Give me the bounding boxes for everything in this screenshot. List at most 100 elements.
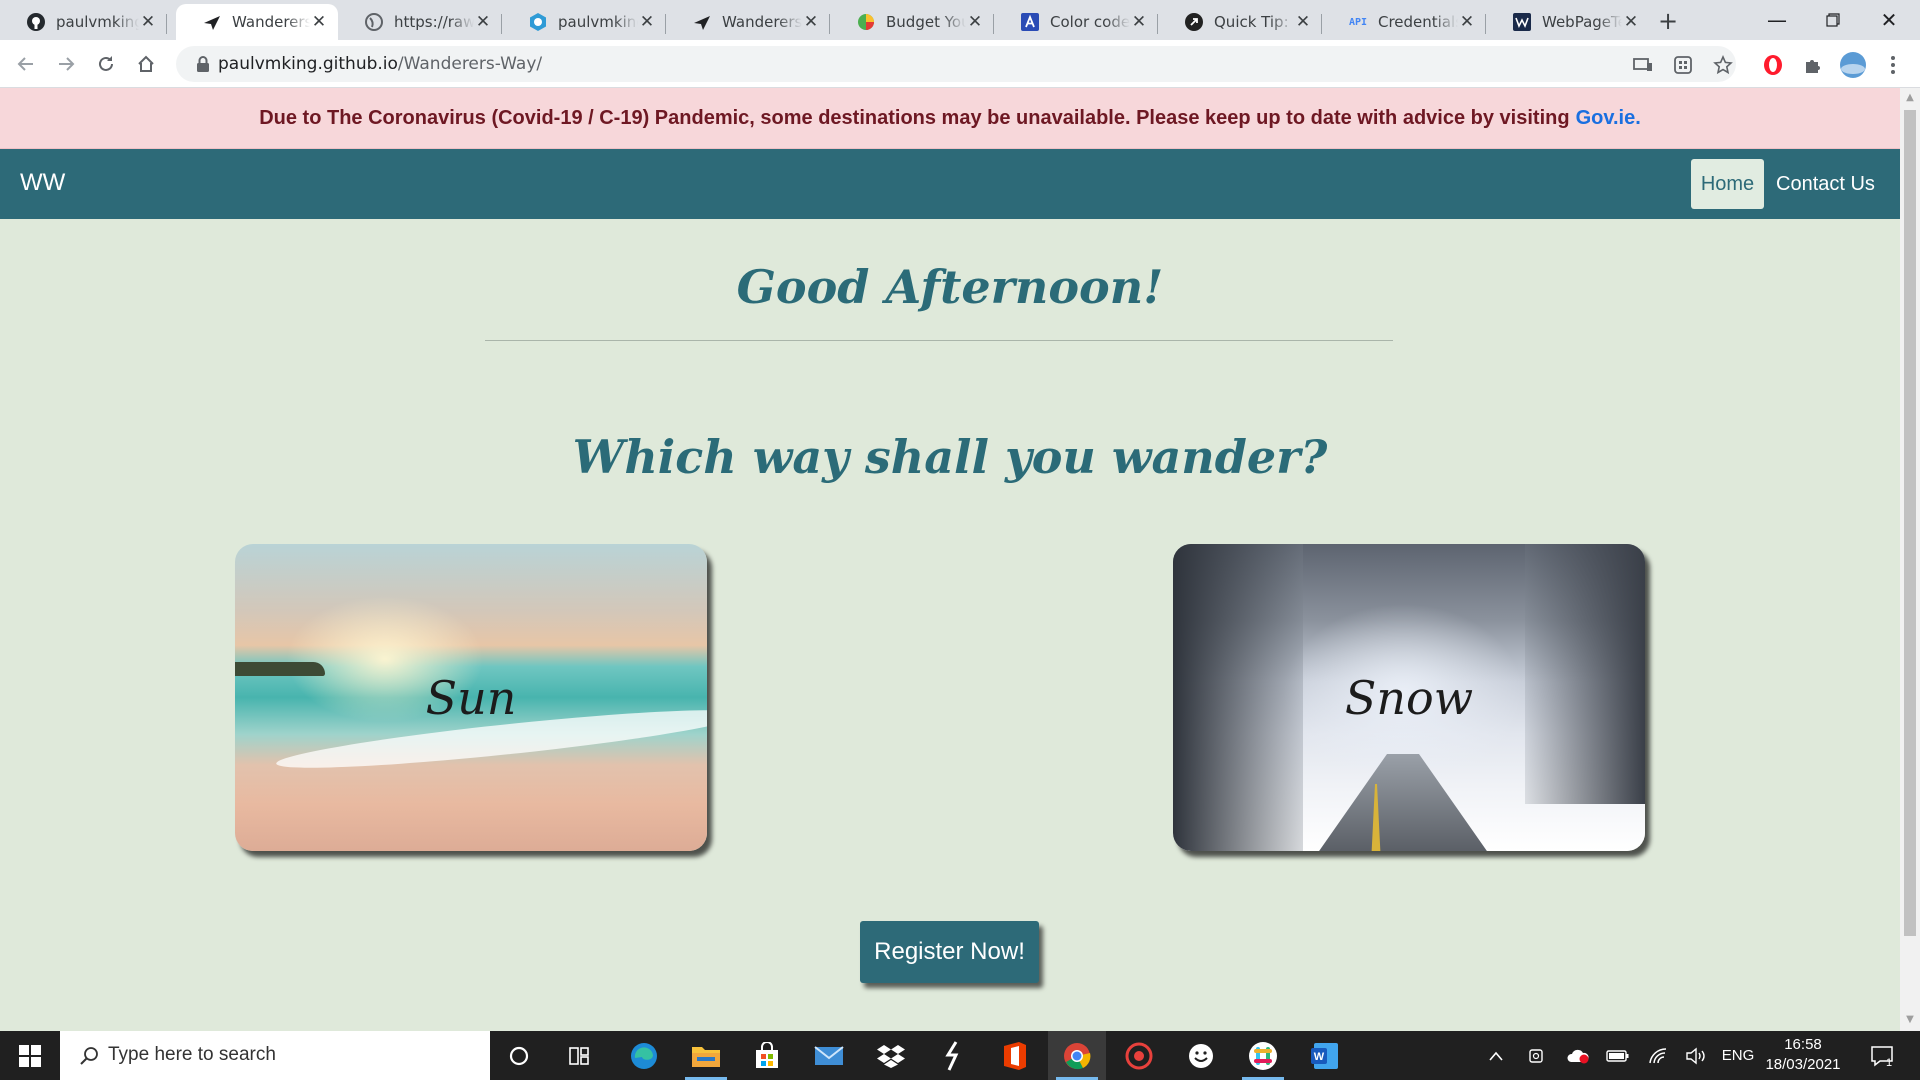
mail-icon[interactable] — [800, 1031, 858, 1080]
wifi-icon[interactable] — [1644, 1031, 1672, 1080]
nav-home-link[interactable]: Home — [1691, 159, 1764, 209]
globe-icon — [364, 12, 384, 32]
snow-card[interactable]: Snow — [1173, 544, 1645, 851]
meet-now-icon[interactable] — [1524, 1031, 1550, 1080]
section-divider — [485, 340, 1393, 341]
new-tab-button[interactable]: + — [1654, 8, 1682, 36]
edge-icon[interactable] — [615, 1031, 673, 1080]
close-tab-icon[interactable]: ✕ — [474, 13, 492, 31]
browser-menu-icon[interactable] — [1880, 52, 1906, 78]
browser-toolbar: paulvmking.github.io/Wanderers-Way/ — [0, 40, 1920, 88]
github-icon — [26, 12, 46, 32]
api-icon: API — [1348, 16, 1368, 28]
chrome-icon[interactable] — [1048, 1031, 1106, 1080]
lock-icon — [197, 56, 209, 72]
notifications-icon[interactable]: 1 — [1862, 1031, 1902, 1080]
windows-start-button[interactable] — [0, 1031, 60, 1080]
word-icon[interactable]: W — [1296, 1031, 1354, 1080]
alert-text: Due to The Coronavirus (Covid-19 / C-19)… — [259, 106, 1570, 129]
browser-tab[interactable]: Wanderers V ✕ — [666, 4, 830, 40]
airplane-icon — [692, 12, 712, 32]
close-tab-icon[interactable]: ✕ — [1622, 13, 1640, 31]
windows-taskbar: Type here to search W ENG 16:58 18/03/20… — [0, 1031, 1920, 1080]
gov-ie-link[interactable]: Gov.ie. — [1576, 107, 1641, 130]
reload-icon[interactable] — [92, 50, 120, 78]
minimize-button[interactable]: — — [1750, 0, 1804, 40]
close-tab-icon[interactable]: ✕ — [638, 13, 656, 31]
browser-tab[interactable]: Color code ✕ — [994, 4, 1158, 40]
scrollbar-thumb[interactable] — [1904, 110, 1916, 936]
close-tab-icon[interactable]: ✕ — [802, 13, 820, 31]
smiley-app-icon[interactable] — [1172, 1031, 1230, 1080]
site-brand[interactable]: WW — [20, 169, 65, 197]
colorwheel-icon — [856, 12, 876, 32]
search-placeholder: Type here to search — [108, 1044, 276, 1065]
browser-tab[interactable]: Quick Tip: G ✕ — [1158, 4, 1322, 40]
show-hidden-icons-chevron-icon[interactable] — [1484, 1031, 1508, 1080]
notification-count: 1 — [1886, 1057, 1893, 1069]
apps-grid-icon[interactable] — [1670, 52, 1696, 78]
url-host: paulvmking.github.io — [218, 54, 398, 74]
clock-date: 18/03/2021 — [1765, 1056, 1841, 1073]
address-bar[interactable]: paulvmking.github.io/Wanderers-Way/ — [176, 46, 1736, 82]
taskbar-search-box[interactable]: Type here to search — [60, 1031, 490, 1080]
volume-icon[interactable] — [1682, 1031, 1710, 1080]
language-indicator[interactable]: ENG — [1718, 1031, 1758, 1080]
office-icon[interactable] — [986, 1031, 1044, 1080]
quicktip-icon — [1184, 12, 1204, 32]
browser-tab[interactable]: https://raw.g ✕ — [338, 4, 502, 40]
browser-tab[interactable]: paulvmking/ ✕ — [0, 4, 167, 40]
cast-icon[interactable] — [1630, 52, 1656, 78]
close-tab-icon[interactable]: ✕ — [139, 13, 157, 31]
taskbar-clock[interactable]: 16:58 18/03/2021 — [1764, 1035, 1842, 1075]
covid-alert-banner: Due to The Coronavirus (Covid-19 / C-19)… — [0, 88, 1900, 149]
close-tab-icon[interactable]: ✕ — [1294, 13, 1312, 31]
dropbox-icon[interactable] — [862, 1031, 920, 1080]
cortana-icon[interactable] — [490, 1031, 548, 1080]
store-icon[interactable] — [738, 1031, 796, 1080]
sun-card-label: Sun — [425, 670, 517, 725]
browser-tab[interactable]: API Credentials ✕ — [1322, 4, 1486, 40]
scroll-down-arrow-icon[interactable]: ▼ — [1904, 1014, 1916, 1026]
close-tab-icon[interactable]: ✕ — [966, 13, 984, 31]
register-button[interactable]: Register Now! — [860, 921, 1039, 983]
close-tab-icon[interactable]: ✕ — [310, 13, 328, 31]
file-explorer-icon[interactable] — [677, 1031, 735, 1080]
url-path: /Wanderers-Way/ — [397, 54, 543, 74]
editor-app-icon[interactable] — [924, 1031, 982, 1080]
question-heading: Which way shall you wander? — [572, 430, 1328, 484]
home-icon[interactable] — [132, 50, 160, 78]
battery-icon[interactable] — [1604, 1031, 1632, 1080]
browser-tab[interactable]: Budget Your ✕ — [830, 4, 994, 40]
scroll-up-arrow-icon[interactable]: ▲ — [1904, 92, 1916, 104]
task-view-icon[interactable] — [550, 1031, 608, 1080]
web-page: Due to The Coronavirus (Covid-19 / C-19)… — [0, 88, 1900, 1031]
browser-tab-strip: paulvmking/ ✕ Wanderers V ✕ https://raw.… — [0, 0, 1920, 40]
letter-a-icon — [1020, 12, 1040, 32]
onedrive-icon[interactable] — [1563, 1031, 1593, 1080]
bookmark-star-icon[interactable] — [1710, 52, 1736, 78]
extensions-puzzle-icon[interactable] — [1800, 52, 1826, 78]
page-scrollbar[interactable]: ▲ ▼ — [1900, 88, 1920, 1031]
profile-avatar[interactable] — [1838, 50, 1868, 80]
nav-contact-link[interactable]: Contact Us — [1772, 159, 1879, 209]
close-tab-icon[interactable]: ✕ — [1458, 13, 1476, 31]
back-button[interactable] — [12, 50, 40, 78]
forward-button[interactable] — [52, 50, 80, 78]
webpagetest-icon — [1512, 12, 1532, 32]
opera-extension-icon[interactable] — [1760, 52, 1786, 78]
close-tab-icon[interactable]: ✕ — [1130, 13, 1148, 31]
close-window-button[interactable]: ✕ — [1862, 0, 1916, 40]
url-text: paulvmking.github.io/Wanderers-Way/ — [218, 54, 542, 74]
browser-tab[interactable]: WebPageTes ✕ — [1486, 4, 1650, 40]
recorder-icon[interactable] — [1110, 1031, 1168, 1080]
restore-button[interactable] — [1806, 0, 1860, 40]
sun-card[interactable]: Sun — [235, 544, 707, 851]
browser-tab[interactable]: paulvmking/ ✕ — [502, 4, 666, 40]
browser-tab-active[interactable]: Wanderers V ✕ — [176, 4, 338, 40]
slack-icon[interactable] — [1234, 1031, 1292, 1080]
airplane-icon — [202, 12, 222, 32]
svg-text:W: W — [1314, 1051, 1325, 1063]
site-navbar: WW Home Contact Us — [0, 149, 1900, 219]
clock-time: 16:58 — [1784, 1036, 1822, 1053]
